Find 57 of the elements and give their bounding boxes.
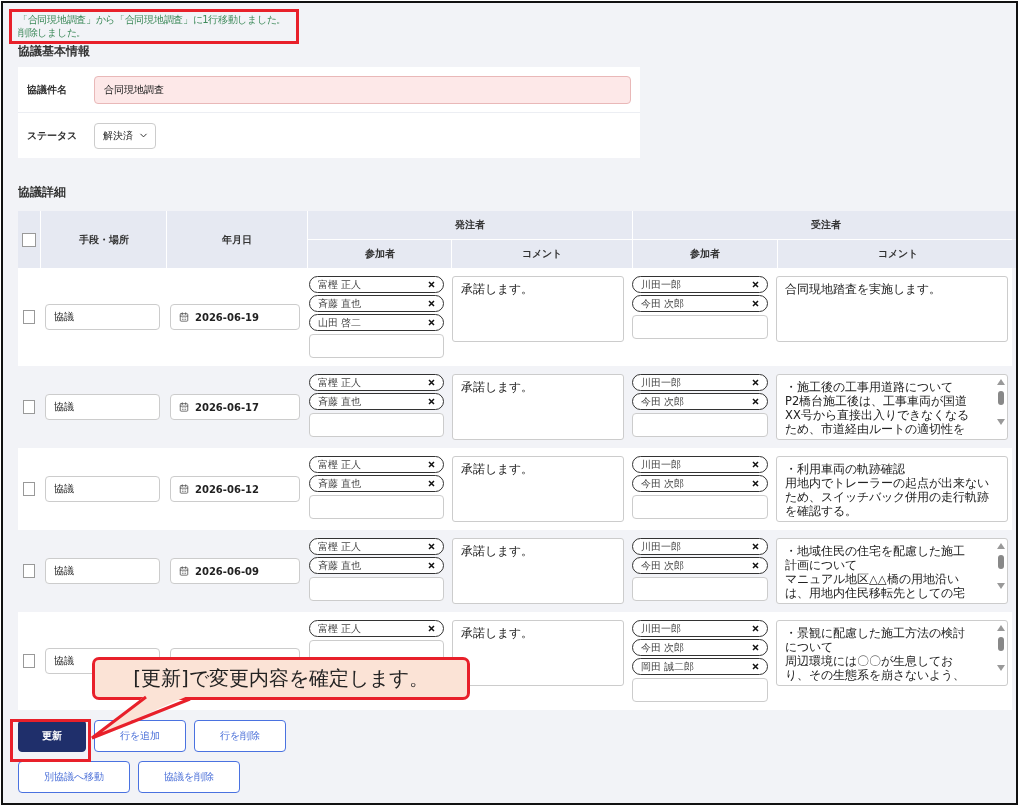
comment-line: 承諾します。 [461,462,534,476]
section-heading: 協議詳細 [18,184,67,200]
participant-name: 富樫 正人 [318,539,362,554]
comment-line: 用地内でトレーラーの起点が出来ない [785,476,990,490]
comment-line: を確認する。 [785,504,858,518]
comment-line: 合同現地踏査を実施します。 [785,282,942,296]
comment-line: 承諾します。 [461,380,534,394]
group-header: 発注者 [455,218,485,232]
field-label: 協議件名 [27,82,68,97]
comment-line: ・景観に配慮した施工方法の検討 [785,626,966,640]
comment-line: ・地域住民の住宅を配慮した施工 [785,544,966,558]
participant-name: 斉藤 直也 [318,296,362,311]
participant-name: 岡田 誠二郎 [641,659,695,674]
comment-line: ため、スイッチバック併用の走行軌跡 [785,490,990,504]
participant-name: 川田一郎 [641,539,681,554]
column-header: 年月日 [222,232,252,247]
comment-line: ため、市道経由ルートの適切性を [785,422,966,436]
comment-line: り、その生態系を崩さないよう、 [785,668,966,682]
comment-line: は、用地内住民移転先としての宅 [785,586,966,600]
participant-name: 斉藤 直也 [318,476,362,491]
comment-line: 承諾します。 [461,626,534,640]
participant-name: 川田一郎 [641,375,681,390]
status-message: 削除しました。 [18,26,87,39]
comment-line: XX号から直接出入りできなくなる [785,408,970,422]
participant-name: 今田 次郎 [641,558,685,573]
comment-line: ・施工後の工事用道路について [785,380,954,394]
column-header: 手段・場所 [78,232,129,247]
participant-name: 今田 次郎 [641,476,685,491]
comment-line: について [785,640,834,654]
participant-name: 川田一郎 [641,457,681,472]
column-header: 参加者 [364,247,395,261]
group-header: 受注者 [810,218,841,232]
field-label: ステータス [27,128,78,143]
participant-name: 山田 啓二 [318,315,362,330]
participant-name: 富樫 正人 [318,621,362,636]
participant-name: 今田 次郎 [641,296,685,311]
participant-name: 斉藤 直也 [318,394,362,409]
column-header: コメント [878,247,918,261]
comment-line: ・利用車両の軌跡確認 [785,462,906,476]
column-header: 参加者 [690,247,720,261]
comment-line: 周辺環境には〇〇が生息してお [785,654,954,668]
participant-name: 富樫 正人 [318,277,362,292]
comment-line: マニュアル地区△△橋の用地沿い [785,572,960,586]
participant-name: 川田一郎 [641,277,681,292]
column-header: コメント [522,247,562,261]
participant-name: 今田 次郎 [641,640,685,655]
comment-line: 承諾します。 [461,544,534,558]
comment-line: P2橋台施工後は、工事車両が国道 [785,394,969,408]
participant-name: 川田一郎 [641,621,681,636]
comment-line: 承諾します。 [461,282,534,296]
participant-name: 斉藤 直也 [318,558,362,573]
section-heading: 協議基本情報 [18,43,91,59]
participant-name: 今田 次郎 [641,394,685,409]
participant-name: 富樫 正人 [318,375,362,390]
participant-name: 富樫 正人 [318,457,362,472]
status-message: 「合同現地調査」から「合同現地調査」に1行移動しました。 [18,13,287,26]
comment-line: 計画について [785,558,858,572]
